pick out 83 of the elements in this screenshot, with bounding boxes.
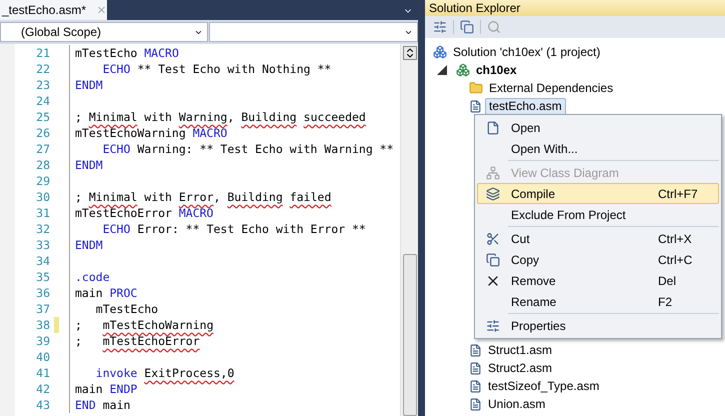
file-icon (469, 362, 482, 374)
code-line: ; Minimal with Error, Building failed (74, 189, 332, 205)
expander-icon[interactable] (437, 65, 447, 75)
line-number: 33 (35, 237, 50, 253)
split-icon[interactable] (402, 46, 416, 60)
scrollbar[interactable] (400, 44, 418, 416)
code-line: END main (74, 397, 130, 413)
code-line: ENDM (74, 77, 103, 93)
line-number: 41 (35, 365, 50, 381)
files-icon[interactable] (460, 20, 474, 34)
tree-item[interactable]: Struct2.asm (485, 360, 556, 376)
layers-icon (486, 186, 500, 200)
tree-item[interactable]: External Dependencies (486, 80, 616, 96)
file-icon (469, 398, 482, 410)
code-line: ; mTestEchoWarning (74, 317, 214, 333)
menu-item[interactable]: Exclude From Project (477, 204, 719, 225)
code-line: ENDM (74, 237, 103, 253)
line-number: 38 (35, 317, 50, 333)
file-icon (469, 344, 482, 356)
file-icon (469, 380, 482, 392)
copy-icon (486, 252, 500, 266)
menu-item[interactable]: Compile Ctrl+F7 (477, 183, 719, 204)
menu-item[interactable]: Remove Del (477, 270, 719, 291)
scissors-icon (486, 232, 500, 246)
code-line: main ENDP (74, 381, 138, 397)
line-number: 40 (35, 349, 50, 365)
file-icon (486, 120, 500, 134)
close-icon[interactable] (96, 4, 107, 16)
line-number: 27 (35, 141, 50, 157)
line-number: 34 (35, 253, 50, 269)
tree-item[interactable]: ch10ex (473, 62, 520, 78)
line-number: 39 (35, 333, 50, 349)
code-line: .code (74, 269, 110, 285)
file-icon (469, 100, 482, 112)
project-icon (456, 63, 470, 77)
code-line: ; mTestEchoError (74, 333, 200, 349)
tree-item[interactable]: Solution 'ch10ex' (1 project) (450, 44, 604, 60)
line-number: 30 (35, 189, 50, 205)
line-number: 42 (35, 381, 50, 397)
line-number: 35 (35, 269, 50, 285)
line-number: 29 (35, 173, 50, 189)
line-number: 32 (35, 221, 50, 237)
menu-item[interactable]: Open (477, 117, 719, 138)
diagram-icon (486, 166, 500, 180)
line-number: 37 (35, 301, 50, 317)
code-line: invoke ExitProcess,0 (94, 365, 234, 381)
line-number: 22 (35, 61, 50, 77)
menu-item[interactable]: Cut Ctrl+X (477, 228, 719, 249)
code-line: ENDM (74, 157, 103, 173)
code-line: ECHO Error: ** Test Echo with Error ** (102, 221, 366, 237)
line-number: 28 (35, 157, 50, 173)
code-line: mTestEchoWarning MACRO (74, 125, 228, 141)
menu-item[interactable]: Rename F2 (477, 291, 719, 312)
line-number: 23 (35, 77, 50, 93)
solution-icon (433, 45, 447, 59)
folder-icon (469, 81, 483, 95)
code-line: mTestEcho (94, 301, 158, 317)
tree-item[interactable]: Union.asm (485, 396, 548, 412)
line-number: 26 (35, 125, 50, 141)
code-line: ; Minimal with Warning, Building succeeded (74, 109, 366, 125)
properties-icon (486, 318, 500, 332)
menu-item[interactable]: Copy Ctrl+C (477, 249, 719, 270)
editor-tab[interactable]: _testEcho.asm* (0, 0, 107, 20)
code-line: ECHO Warning: ** Test Echo with Warning ** (102, 141, 394, 157)
scope-dropdown[interactable]: (Global Scope) (0, 22, 208, 42)
line-number: 31 (35, 205, 50, 221)
code-line: mTestEchoError MACRO (74, 205, 214, 221)
tree-item[interactable]: testEcho.asm (485, 98, 566, 114)
line-number: 36 (35, 285, 50, 301)
panel-title: Solution Explorer (425, 0, 725, 16)
code-line: main PROC (74, 285, 138, 301)
code-line: mTestEcho MACRO (74, 45, 179, 61)
line-number: 21 (35, 45, 50, 61)
code-line: ECHO ** Test Echo with Nothing ** (102, 61, 332, 77)
line-number: 43 (35, 397, 50, 413)
menu-item[interactable]: Open With... (477, 138, 719, 159)
scroll-thumb[interactable] (402, 254, 416, 416)
properties-icon[interactable] (433, 20, 447, 34)
line-number: 25 (35, 109, 50, 125)
menu-item[interactable]: Properties (477, 315, 719, 336)
tree-item[interactable]: Struct1.asm (485, 342, 556, 358)
tree-item[interactable]: testSizeof_Type.asm (485, 378, 602, 394)
line-number: 24 (35, 93, 50, 109)
